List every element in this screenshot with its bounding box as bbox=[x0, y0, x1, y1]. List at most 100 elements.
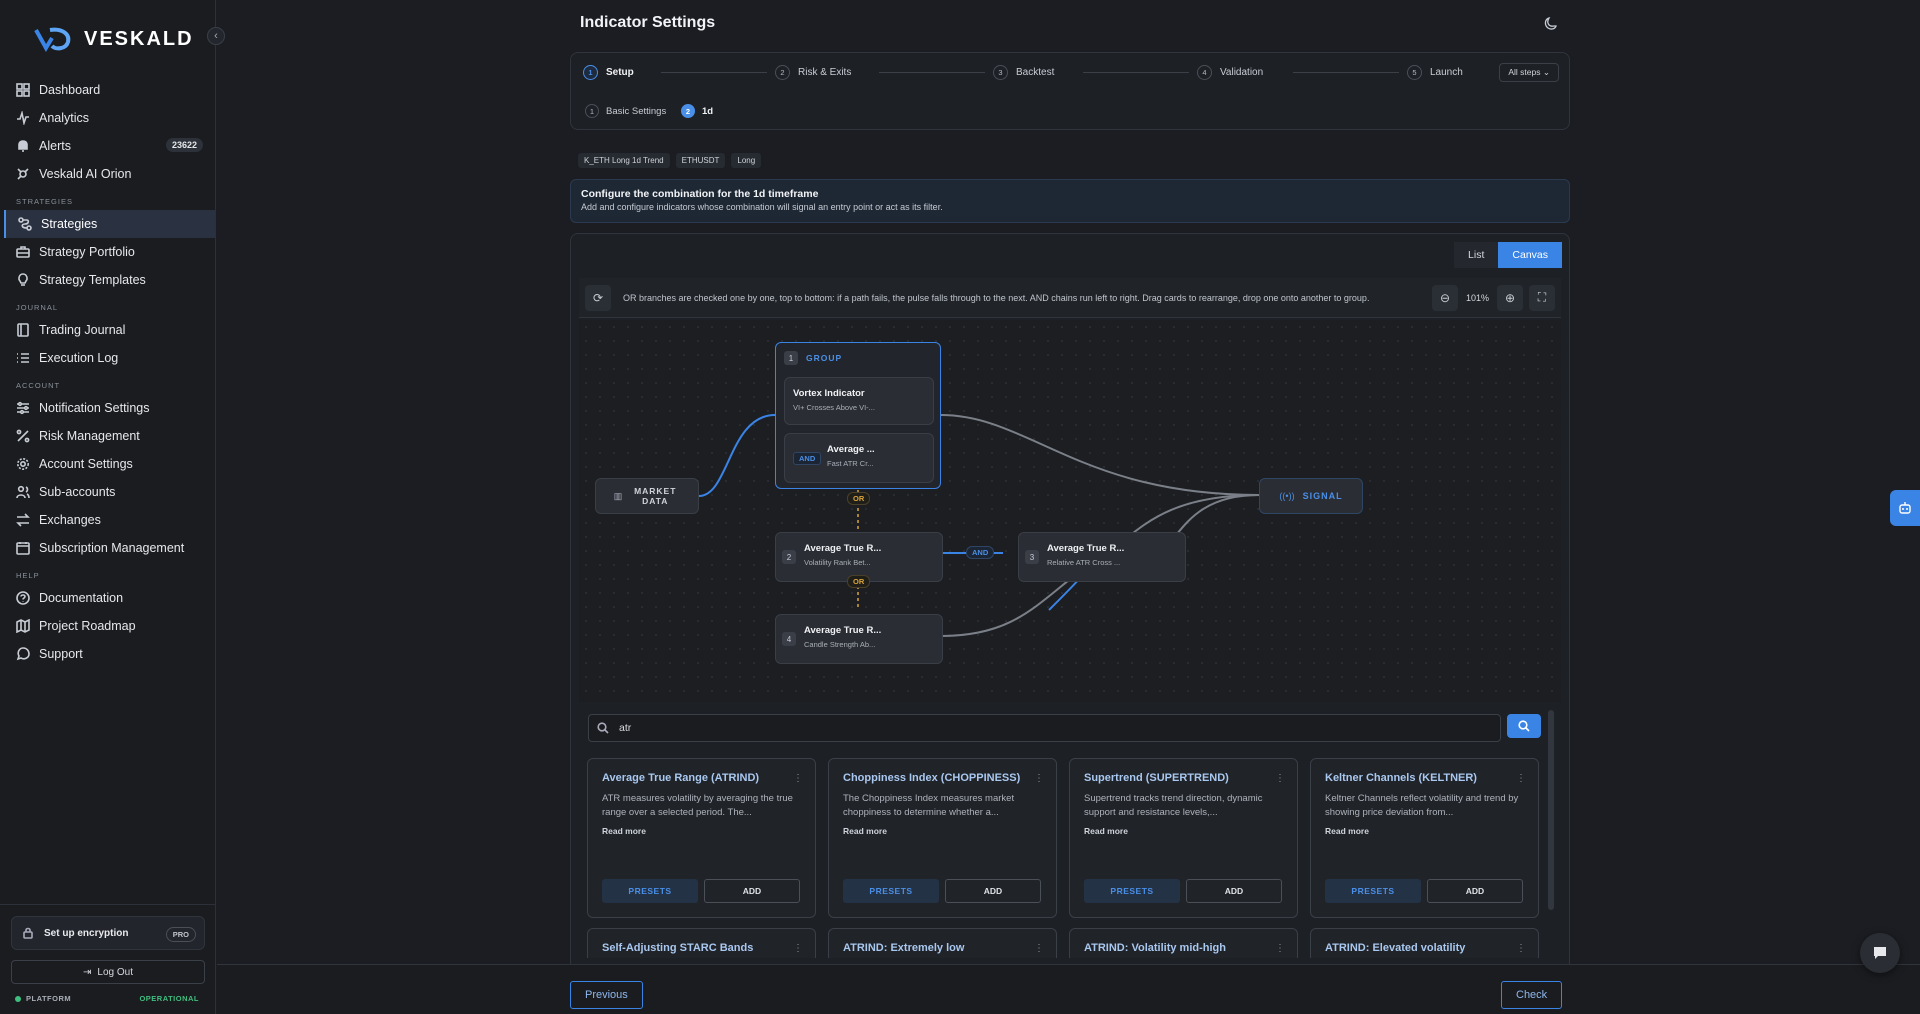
sidebar-item-label: Alerts bbox=[39, 139, 71, 153]
drag-handle-icon[interactable]: ⋮ bbox=[1034, 773, 1044, 784]
presets-button[interactable]: PRESETS bbox=[1325, 879, 1421, 903]
indicator-card-supertrend[interactable]: Supertrend (SUPERTREND) ⋮ Supertrend tra… bbox=[1069, 758, 1298, 918]
sidebar-item-account-settings[interactable]: Account Settings bbox=[4, 450, 215, 478]
indicator-card-atrind-extremely-low[interactable]: ATRIND: Extremely low ⋮ bbox=[828, 928, 1057, 958]
sidebar-item-analytics[interactable]: Analytics bbox=[4, 104, 215, 132]
indicator-search-input[interactable]: atr bbox=[588, 714, 1501, 742]
presets-button[interactable]: PRESETS bbox=[602, 879, 698, 903]
sidebar-item-alerts[interactable]: Alerts 23622 bbox=[4, 132, 215, 160]
sidebar-item-project-roadmap[interactable]: Project Roadmap bbox=[4, 612, 215, 640]
drag-handle-icon[interactable]: ⋮ bbox=[1034, 943, 1044, 954]
brand-logo[interactable]: VESKALD bbox=[34, 26, 194, 52]
library-scrollbar[interactable] bbox=[1548, 710, 1554, 910]
presets-button[interactable]: PRESETS bbox=[843, 879, 939, 903]
step-launch[interactable]: 5 Launch bbox=[1407, 65, 1463, 80]
substep-basic-settings[interactable]: 1 Basic Settings bbox=[585, 104, 666, 118]
indicator-card-atrind[interactable]: Average True Range (ATRIND) ⋮ ATR measur… bbox=[587, 758, 816, 918]
step-number: 1 bbox=[583, 65, 598, 80]
check-button[interactable]: Check bbox=[1501, 981, 1563, 1009]
sidebar-item-strategies[interactable]: Strategies bbox=[4, 210, 215, 238]
add-button[interactable]: ADD bbox=[704, 879, 800, 903]
read-more-link[interactable]: Read more bbox=[602, 826, 801, 836]
list-icon bbox=[17, 353, 29, 363]
setup-encryption-button[interactable]: Set up encryption PRO bbox=[11, 916, 205, 950]
indicator-description: ATR measures volatility by averaging the… bbox=[602, 793, 793, 818]
card-subtitle: VI+ Crosses Above VI-... bbox=[793, 403, 875, 412]
strategy-graph-canvas[interactable]: ▥ MARKET DATA 1 GROUP Vortex Indicator V… bbox=[579, 320, 1561, 702]
section-label-strategies: STRATEGIES bbox=[16, 197, 73, 206]
add-button[interactable]: ADD bbox=[945, 879, 1041, 903]
all-steps-dropdown[interactable]: All steps ⌄ bbox=[1499, 63, 1559, 82]
drag-handle-icon[interactable]: ⋮ bbox=[1516, 943, 1526, 954]
presets-button[interactable]: PRESETS bbox=[1084, 879, 1180, 903]
grid-icon bbox=[16, 83, 30, 97]
group-node[interactable]: 1 GROUP Vortex Indicator VI+ Crosses Abo… bbox=[775, 342, 941, 489]
sidebar-item-risk-management[interactable]: Risk Management bbox=[4, 422, 215, 450]
substep-label: Basic Settings bbox=[606, 105, 667, 117]
average-true-range-card[interactable]: AND Average ... Fast ATR Cr... bbox=[784, 433, 934, 483]
section-label-account: ACCOUNT bbox=[16, 381, 61, 390]
logout-button[interactable]: ⇥ Log Out bbox=[11, 960, 205, 984]
indicator-node-3[interactable]: 3 Average True R... Relative ATR Cross .… bbox=[1018, 532, 1186, 582]
canvas-view-button[interactable]: Canvas bbox=[1498, 242, 1562, 268]
drag-handle-icon[interactable]: ⋮ bbox=[793, 943, 803, 954]
drag-handle-icon[interactable]: ⋮ bbox=[1275, 773, 1285, 784]
main-content: Indicator Settings 1 Setup 2 Risk & Exit… bbox=[217, 0, 1920, 1014]
sidebar-item-subscription-management[interactable]: Subscription Management bbox=[4, 534, 215, 562]
signal-node[interactable]: ((•)) SIGNAL bbox=[1259, 478, 1363, 514]
refresh-button[interactable]: ⟳ bbox=[585, 284, 611, 311]
sidebar-item-dashboard[interactable]: Dashboard bbox=[4, 76, 215, 104]
sidebar-item-trading-journal[interactable]: Trading Journal bbox=[4, 316, 215, 344]
zoom-out-button[interactable]: ⊖ bbox=[1431, 284, 1458, 311]
platform-label: PLATFORM bbox=[26, 994, 72, 1003]
fullscreen-button[interactable]: ⛶ bbox=[1529, 284, 1555, 311]
step-setup[interactable]: 1 Setup bbox=[583, 65, 634, 80]
sidebar-item-execution-log[interactable]: Execution Log bbox=[4, 344, 215, 372]
indicator-card-keltner[interactable]: Keltner Channels (KELTNER) ⋮ Keltner Cha… bbox=[1310, 758, 1539, 918]
step-backtest[interactable]: 3 Backtest bbox=[993, 65, 1054, 80]
indicator-title: ATRIND: Volatility mid-high bbox=[1084, 942, 1226, 954]
step-validation[interactable]: 4 Validation bbox=[1197, 65, 1263, 80]
add-button[interactable]: ADD bbox=[1186, 879, 1282, 903]
robot-icon bbox=[1899, 502, 1911, 514]
search-button[interactable] bbox=[1507, 714, 1541, 738]
indicator-title: Average True Range (ATRIND) bbox=[602, 772, 760, 784]
drag-handle-icon[interactable]: ⋮ bbox=[1516, 773, 1526, 784]
sidebar-item-label: Strategy Templates bbox=[39, 273, 146, 287]
drag-handle-icon[interactable]: ⋮ bbox=[1275, 943, 1285, 954]
collapse-sidebar-button[interactable]: ‹ bbox=[207, 27, 225, 45]
previous-button[interactable]: Previous bbox=[570, 981, 643, 1009]
sidebar-item-strategy-portfolio[interactable]: Strategy Portfolio bbox=[4, 238, 215, 266]
theme-toggle-moon-icon[interactable] bbox=[1544, 16, 1558, 30]
add-button[interactable]: ADD bbox=[1427, 879, 1523, 903]
sidebar-item-notification-settings[interactable]: Notification Settings bbox=[4, 394, 215, 422]
search-icon bbox=[1518, 720, 1530, 732]
substep-timeframe[interactable]: 2 1d bbox=[681, 104, 713, 118]
step-risk-exits[interactable]: 2 Risk & Exits bbox=[775, 65, 851, 80]
briefcase-icon bbox=[16, 246, 30, 258]
indicator-card-starc[interactable]: Self-Adjusting STARC Bands ⋮ bbox=[587, 928, 816, 958]
step-label: Setup bbox=[606, 67, 634, 78]
assistant-side-tab[interactable] bbox=[1890, 490, 1920, 526]
vortex-indicator-card[interactable]: Vortex Indicator VI+ Crosses Above VI-..… bbox=[784, 377, 934, 425]
sidebar-item-support[interactable]: Support bbox=[4, 640, 215, 668]
zoom-out-icon: ⊖ bbox=[1439, 290, 1450, 305]
zoom-in-button[interactable]: ⊕ bbox=[1497, 284, 1523, 311]
drag-handle-icon[interactable]: ⋮ bbox=[793, 773, 803, 784]
sidebar-item-veskald-ai-orion[interactable]: Veskald AI Orion bbox=[4, 160, 215, 188]
indicator-card-atrind-elevated[interactable]: ATRIND: Elevated volatility ⋮ bbox=[1310, 928, 1539, 958]
indicator-title: Supertrend (SUPERTREND) bbox=[1084, 772, 1229, 784]
read-more-link[interactable]: Read more bbox=[843, 826, 1042, 836]
read-more-link[interactable]: Read more bbox=[1325, 826, 1524, 836]
indicator-node-4[interactable]: 4 Average True R... Candle Strength Ab..… bbox=[775, 614, 943, 664]
market-data-node[interactable]: ▥ MARKET DATA bbox=[595, 478, 699, 514]
sidebar-item-strategy-templates[interactable]: Strategy Templates bbox=[4, 266, 215, 294]
list-view-button[interactable]: List bbox=[1454, 242, 1499, 268]
read-more-link[interactable]: Read more bbox=[1084, 826, 1283, 836]
sidebar-item-sub-accounts[interactable]: Sub-accounts bbox=[4, 478, 215, 506]
sidebar-item-exchanges[interactable]: Exchanges bbox=[4, 506, 215, 534]
sidebar-item-documentation[interactable]: Documentation bbox=[4, 584, 215, 612]
chat-launcher-button[interactable] bbox=[1860, 933, 1900, 973]
indicator-card-atrind-mid-high[interactable]: ATRIND: Volatility mid-high ⋮ bbox=[1069, 928, 1298, 958]
indicator-card-choppiness[interactable]: Choppiness Index (CHOPPINESS) ⋮ The Chop… bbox=[828, 758, 1057, 918]
